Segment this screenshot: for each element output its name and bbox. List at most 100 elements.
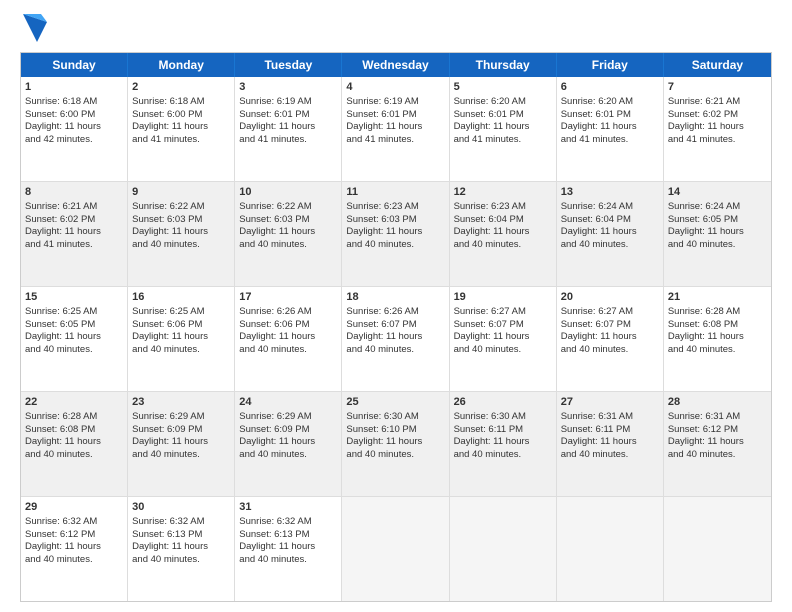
day-number: 17 — [239, 290, 337, 305]
day-number: 22 — [25, 395, 123, 410]
day-info-line: Sunrise: 6:32 AM — [132, 516, 230, 529]
day-info-line: Sunrise: 6:32 AM — [239, 516, 337, 529]
day-info-line: Sunset: 6:06 PM — [132, 319, 230, 332]
calendar-cell: 3Sunrise: 6:19 AMSunset: 6:01 PMDaylight… — [235, 77, 342, 181]
calendar-cell: 20Sunrise: 6:27 AMSunset: 6:07 PMDayligh… — [557, 287, 664, 391]
day-info-line: Sunrise: 6:30 AM — [454, 411, 552, 424]
weekday-header: Friday — [557, 53, 664, 77]
day-info-line: and 40 minutes. — [561, 449, 659, 462]
day-info-line: Sunset: 6:12 PM — [25, 529, 123, 542]
day-number: 9 — [132, 185, 230, 200]
day-info-line: Sunrise: 6:19 AM — [239, 96, 337, 109]
calendar-cell: 28Sunrise: 6:31 AMSunset: 6:12 PMDayligh… — [664, 392, 771, 496]
calendar-cell: 8Sunrise: 6:21 AMSunset: 6:02 PMDaylight… — [21, 182, 128, 286]
day-info-line: Sunrise: 6:23 AM — [454, 201, 552, 214]
day-info-line: Sunrise: 6:24 AM — [668, 201, 767, 214]
calendar-cell: 17Sunrise: 6:26 AMSunset: 6:06 PMDayligh… — [235, 287, 342, 391]
day-number: 13 — [561, 185, 659, 200]
day-info-line: and 40 minutes. — [239, 239, 337, 252]
day-info-line: Sunset: 6:11 PM — [454, 424, 552, 437]
day-info-line: Daylight: 11 hours — [25, 541, 123, 554]
day-info-line: Daylight: 11 hours — [239, 226, 337, 239]
calendar-cell: 16Sunrise: 6:25 AMSunset: 6:06 PMDayligh… — [128, 287, 235, 391]
day-number: 30 — [132, 500, 230, 515]
day-info-line: Sunset: 6:03 PM — [239, 214, 337, 227]
day-info-line: and 40 minutes. — [239, 554, 337, 567]
day-info-line: and 40 minutes. — [25, 449, 123, 462]
day-info-line: and 40 minutes. — [668, 449, 767, 462]
day-info-line: Sunset: 6:02 PM — [668, 109, 767, 122]
day-number: 18 — [346, 290, 444, 305]
day-number: 29 — [25, 500, 123, 515]
day-number: 8 — [25, 185, 123, 200]
day-info-line: and 40 minutes. — [25, 554, 123, 567]
logo — [20, 18, 47, 42]
day-info-line: and 40 minutes. — [346, 344, 444, 357]
day-info-line: and 40 minutes. — [346, 449, 444, 462]
day-number: 21 — [668, 290, 767, 305]
day-info-line: Daylight: 11 hours — [346, 436, 444, 449]
day-info-line: Sunset: 6:09 PM — [239, 424, 337, 437]
day-info-line: Daylight: 11 hours — [132, 436, 230, 449]
day-info-line: Daylight: 11 hours — [454, 121, 552, 134]
day-number: 31 — [239, 500, 337, 515]
calendar-week: 22Sunrise: 6:28 AMSunset: 6:08 PMDayligh… — [21, 391, 771, 496]
day-info-line: Sunrise: 6:23 AM — [346, 201, 444, 214]
day-info-line: and 41 minutes. — [239, 134, 337, 147]
calendar-header-row: SundayMondayTuesdayWednesdayThursdayFrid… — [21, 53, 771, 77]
calendar-cell: 12Sunrise: 6:23 AMSunset: 6:04 PMDayligh… — [450, 182, 557, 286]
day-info-line: Daylight: 11 hours — [346, 226, 444, 239]
day-info-line: Daylight: 11 hours — [132, 541, 230, 554]
day-info-line: Sunrise: 6:29 AM — [132, 411, 230, 424]
calendar-cell: 13Sunrise: 6:24 AMSunset: 6:04 PMDayligh… — [557, 182, 664, 286]
day-info-line: Sunset: 6:07 PM — [561, 319, 659, 332]
day-info-line: Daylight: 11 hours — [239, 121, 337, 134]
calendar-cell: 23Sunrise: 6:29 AMSunset: 6:09 PMDayligh… — [128, 392, 235, 496]
calendar: SundayMondayTuesdayWednesdayThursdayFrid… — [20, 52, 772, 602]
day-info-line: and 40 minutes. — [132, 344, 230, 357]
day-info-line: Sunrise: 6:21 AM — [25, 201, 123, 214]
day-info-line: and 41 minutes. — [132, 134, 230, 147]
day-number: 3 — [239, 80, 337, 95]
day-info-line: Sunrise: 6:20 AM — [454, 96, 552, 109]
day-number: 11 — [346, 185, 444, 200]
day-info-line: and 40 minutes. — [25, 344, 123, 357]
day-info-line: Sunset: 6:03 PM — [132, 214, 230, 227]
day-info-line: Sunset: 6:03 PM — [346, 214, 444, 227]
day-info-line: and 40 minutes. — [668, 344, 767, 357]
day-info-line: Sunrise: 6:25 AM — [132, 306, 230, 319]
day-number: 23 — [132, 395, 230, 410]
day-info-line: Sunrise: 6:24 AM — [561, 201, 659, 214]
day-number: 27 — [561, 395, 659, 410]
day-info-line: Sunset: 6:04 PM — [454, 214, 552, 227]
day-info-line: Sunset: 6:01 PM — [561, 109, 659, 122]
day-number: 16 — [132, 290, 230, 305]
day-info-line: Sunrise: 6:28 AM — [25, 411, 123, 424]
empty-cell — [664, 497, 771, 601]
calendar-week: 1Sunrise: 6:18 AMSunset: 6:00 PMDaylight… — [21, 77, 771, 181]
calendar-cell: 30Sunrise: 6:32 AMSunset: 6:13 PMDayligh… — [128, 497, 235, 601]
day-info-line: and 40 minutes. — [132, 554, 230, 567]
day-info-line: Sunrise: 6:26 AM — [346, 306, 444, 319]
day-number: 24 — [239, 395, 337, 410]
day-info-line: Sunset: 6:13 PM — [239, 529, 337, 542]
day-info-line: Daylight: 11 hours — [346, 331, 444, 344]
day-info-line: Sunrise: 6:18 AM — [132, 96, 230, 109]
day-info-line: Daylight: 11 hours — [668, 226, 767, 239]
day-number: 10 — [239, 185, 337, 200]
day-info-line: and 41 minutes. — [346, 134, 444, 147]
day-info-line: Sunset: 6:04 PM — [561, 214, 659, 227]
weekday-header: Wednesday — [342, 53, 449, 77]
day-info-line: Daylight: 11 hours — [239, 541, 337, 554]
calendar-cell: 11Sunrise: 6:23 AMSunset: 6:03 PMDayligh… — [342, 182, 449, 286]
day-number: 14 — [668, 185, 767, 200]
day-info-line: Daylight: 11 hours — [668, 436, 767, 449]
calendar-cell: 19Sunrise: 6:27 AMSunset: 6:07 PMDayligh… — [450, 287, 557, 391]
day-info-line: and 40 minutes. — [454, 449, 552, 462]
day-number: 25 — [346, 395, 444, 410]
day-info-line: Sunset: 6:08 PM — [668, 319, 767, 332]
day-info-line: Sunset: 6:05 PM — [25, 319, 123, 332]
calendar-cell: 31Sunrise: 6:32 AMSunset: 6:13 PMDayligh… — [235, 497, 342, 601]
day-info-line: Sunset: 6:07 PM — [346, 319, 444, 332]
calendar-cell: 25Sunrise: 6:30 AMSunset: 6:10 PMDayligh… — [342, 392, 449, 496]
